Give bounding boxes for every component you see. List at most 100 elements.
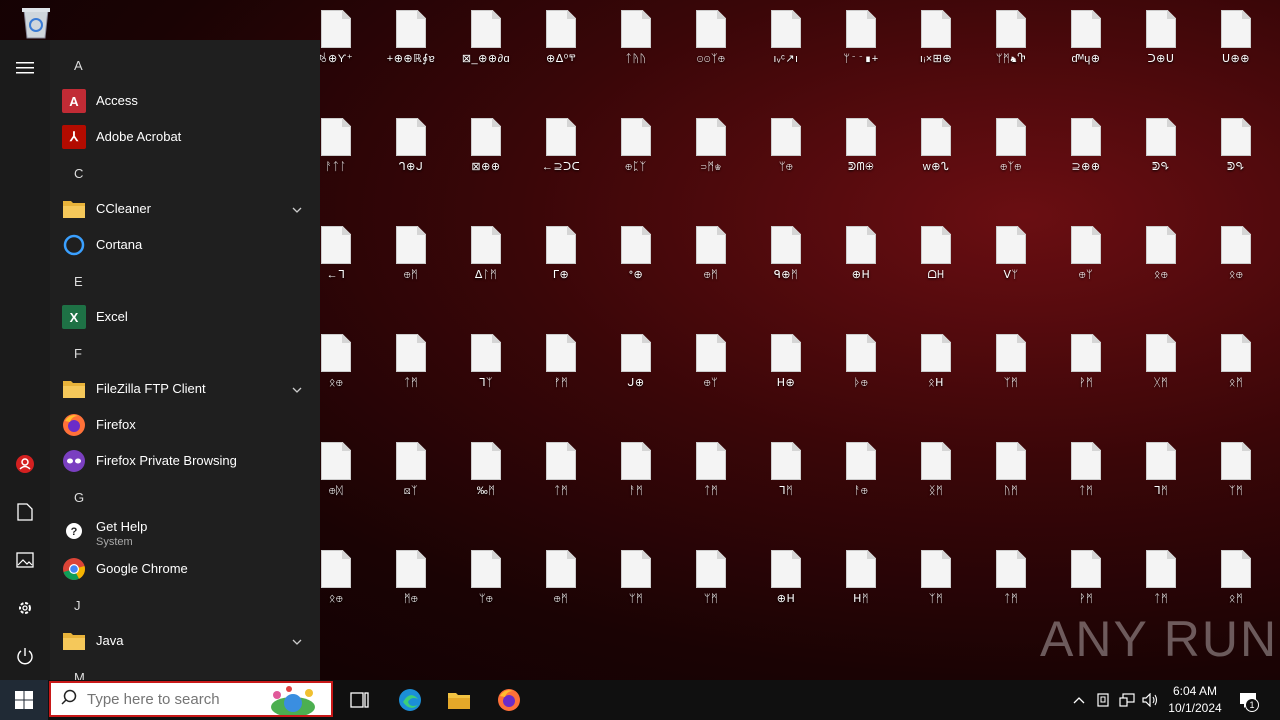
desktop-file-icon[interactable]: ıᵢ×⊞⊕ [900, 10, 972, 66]
section-letter-a[interactable]: A [74, 58, 83, 73]
desktop-file-icon[interactable]: ⊇⊕⊕ [1050, 118, 1122, 174]
desktop-file-icon[interactable]: ⊠ᛉ [375, 442, 447, 498]
desktop-file-icon[interactable]: ᚠᛗ [525, 334, 597, 390]
app-item-java[interactable]: Java [62, 624, 312, 658]
search-input[interactable] [85, 689, 269, 709]
desktop-file-icon[interactable]: ⊕ᛉ⊕ [975, 118, 1047, 174]
desktop-file-icon[interactable]: ᛟ⊕ [1200, 226, 1272, 282]
task-view-icon[interactable] [348, 688, 372, 712]
desktop-file-icon[interactable]: ᛟᛗ [1200, 550, 1272, 606]
desktop-file-icon[interactable]: ᒉ⊕ᒍ [375, 118, 447, 174]
desktop-file-icon[interactable]: ᛗ⊕ [375, 550, 447, 606]
desktop-file-icon[interactable]: ᛘᛗ♞Ⴅ [975, 10, 1047, 66]
app-item-google-chrome[interactable]: Google Chrome [62, 552, 312, 586]
desktop-file-icon[interactable]: ᛟᕼ [900, 334, 972, 390]
desktop-file-icon[interactable]: ᚨᛗ [600, 442, 672, 498]
app-item-excel[interactable]: X Excel [62, 300, 312, 334]
desktop-file-icon[interactable]: ᛟ⊕ [1125, 226, 1197, 282]
pictures-icon[interactable] [13, 548, 37, 572]
volume-icon[interactable] [1140, 680, 1162, 720]
desktop-file-icon[interactable]: ←⊇ᑐᑕ [525, 118, 597, 174]
show-hidden-icons-chevron-icon[interactable] [1068, 680, 1090, 720]
desktop-file-icon[interactable]: ⊕ᛘ [675, 334, 747, 390]
desktop-file-icon[interactable]: ᒣᛗ [750, 442, 822, 498]
desktop-file-icon[interactable]: ᒣᛉ [450, 334, 522, 390]
desktop-file-icon[interactable]: ⊠⊕⊕ [450, 118, 522, 174]
desktop-file-icon[interactable]: ᛉᛗ [1200, 442, 1272, 498]
desktop-file-icon[interactable]: ᒣᛗ [1125, 442, 1197, 498]
desktop-file-icon[interactable]: ⊕ᕼ [825, 226, 897, 282]
firefox-taskbar-icon[interactable] [497, 688, 521, 712]
desktop-file-icon[interactable]: ᴡ⊕ᔐ [900, 118, 972, 174]
network-icon[interactable] [1116, 680, 1138, 720]
desktop-file-icon[interactable]: ɗᴹɥ⊕ [1050, 10, 1122, 66]
desktop-file-icon[interactable]: ⊕ᛈᛉ [600, 118, 672, 174]
desktop-file-icon[interactable]: ᚷᛗ [1125, 334, 1197, 390]
desktop-file-icon[interactable]: ᚦ⊕ [825, 334, 897, 390]
desktop-file-icon[interactable]: ᐯᛘ [975, 226, 1047, 282]
desktop-file-icon[interactable]: ᛏᛗ [375, 334, 447, 390]
section-letter-f[interactable]: F [74, 346, 82, 361]
desktop-file-icon[interactable]: ᛉᛗ [975, 334, 1047, 390]
app-item-access[interactable]: A Access [62, 84, 312, 118]
desktop-file-icon[interactable]: ᚨ⊕ [825, 442, 897, 498]
desktop-file-icon[interactable]: ᛏᚤᚢ [600, 10, 672, 66]
desktop-file-icon[interactable]: ⊕ᛘ [1050, 226, 1122, 282]
desktop-file-icon[interactable]: ᑌ⊕⊕ [1200, 10, 1272, 66]
desktop-file-icon[interactable]: ⊕ᕼ [750, 550, 822, 606]
section-letter-g[interactable]: G [74, 490, 84, 505]
desktop-file-icon[interactable]: ᒍ⊕ [600, 334, 672, 390]
user-account-icon[interactable] [13, 452, 37, 476]
desktop-file-icon[interactable]: ᛟᛗ [1200, 334, 1272, 390]
desktop-file-icon[interactable]: ᛏᛗ [975, 550, 1047, 606]
desktop-file-icon[interactable]: ᛘ⊕ [750, 118, 822, 174]
app-item-ccleaner[interactable]: CCleaner [62, 192, 312, 226]
desktop-file-icon[interactable]: ⊙⊙ᛉ⊕ [675, 10, 747, 66]
device-icon[interactable] [1093, 680, 1113, 720]
desktop-file-icon[interactable]: ᛉᛗ [900, 550, 972, 606]
desktop-file-icon[interactable]: ᕲᕴ [1125, 118, 1197, 174]
desktop-file-icon[interactable]: ᕼᛗ [825, 550, 897, 606]
desktop-file-icon[interactable]: ᚹᛗ [1050, 334, 1122, 390]
desktop-file-icon[interactable]: ᑫ⊕ᛗ [750, 226, 822, 282]
action-center-icon[interactable]: 1 [1236, 680, 1260, 720]
desktop-file-icon[interactable]: ᛏᛗ [675, 442, 747, 498]
start-button[interactable] [0, 680, 48, 720]
chevron-down-icon[interactable] [292, 382, 302, 393]
desktop-file-icon[interactable]: ᛘᛗ [600, 550, 672, 606]
app-item-get-help[interactable]: ? Get Help System [62, 516, 312, 550]
recycle-bin-icon[interactable] [16, 6, 56, 40]
settings-gear-icon[interactable] [13, 596, 37, 620]
app-item-firefox-private-browsing[interactable]: Firefox Private Browsing [62, 444, 312, 478]
desktop-file-icon[interactable]: ᚹᛗ [1050, 550, 1122, 606]
desktop-file-icon[interactable]: ıᵥᶜ↗ı [750, 10, 822, 66]
file-explorer-icon[interactable] [447, 688, 471, 712]
edge-icon[interactable] [398, 688, 422, 712]
desktop-file-icon[interactable]: ᐃᛚᛗ [450, 226, 522, 282]
desktop-file-icon[interactable]: ᛏᛗ [1125, 550, 1197, 606]
desktop-file-icon[interactable]: ⊕ᛗ [525, 550, 597, 606]
desktop-file-icon[interactable]: ᕲᗰ⊕ [825, 118, 897, 174]
desktop-file-icon[interactable]: ᕲᕴ [1200, 118, 1272, 174]
desktop-file-icon[interactable]: ᐤ⊕ [600, 226, 672, 282]
desktop-file-icon[interactable]: ᛘᛗ [675, 550, 747, 606]
section-letter-c[interactable]: C [74, 166, 83, 181]
desktop-file-icon[interactable]: ⊠_⊕⊕∂ɑ [450, 10, 522, 66]
app-item-adobe-acrobat[interactable]: ⅄ Adobe Acrobat [62, 120, 312, 154]
app-item-filezilla-ftp-client[interactable]: FileZilla FTP Client [62, 372, 312, 406]
desktop-file-icon[interactable]: ᛏᛗ [1050, 442, 1122, 498]
app-item-cortana[interactable]: Cortana [62, 228, 312, 262]
desktop-file-icon[interactable]: ⊕ᛗ [375, 226, 447, 282]
desktop-file-icon[interactable]: ᛘ⁻⁻∎+ [825, 10, 897, 66]
section-letter-j[interactable]: J [74, 598, 81, 613]
desktop-file-icon[interactable]: ⊃ᛗ♔ [675, 118, 747, 174]
taskbar-search-box[interactable] [49, 681, 333, 717]
desktop-file-icon[interactable]: ᛝᛗ [900, 442, 972, 498]
desktop-file-icon[interactable]: ᑐ⊕ᑌ [1125, 10, 1197, 66]
desktop-file-icon[interactable]: ᒥ⊕ [525, 226, 597, 282]
chevron-down-icon[interactable] [292, 202, 302, 213]
desktop-file-icon[interactable]: ⊕ᐃ⁰ⰹ [525, 10, 597, 66]
desktop-file-icon[interactable]: ⊕ᛗ [675, 226, 747, 282]
chevron-down-icon[interactable] [292, 634, 302, 645]
power-icon[interactable] [13, 644, 37, 668]
